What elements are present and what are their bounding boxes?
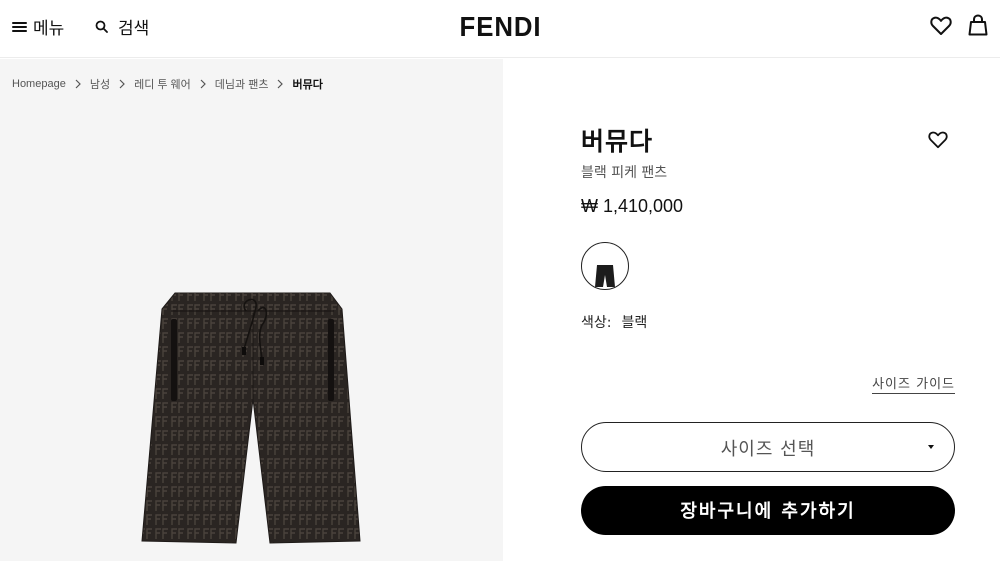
product-image-panel: Homepage 남성 레디 투 웨어 데님과 팬츠 버뮤다 — [0, 59, 503, 561]
wishlist-button[interactable] — [928, 131, 948, 153]
heart-icon — [930, 16, 952, 35]
size-select-label: 사이즈 선택 — [720, 439, 816, 460]
chevron-right-icon — [277, 79, 284, 89]
color-info: 색상: 블랙 — [581, 312, 647, 332]
product-image[interactable] — [138, 289, 368, 547]
chevron-right-icon — [200, 79, 206, 89]
wishlist-header-button[interactable] — [930, 16, 952, 40]
product-title: 버뮤다 — [581, 127, 654, 156]
add-to-cart-button[interactable]: 장바구니에 추가하기 — [581, 486, 955, 535]
caret-down-icon — [928, 445, 934, 449]
color-label: 색상: — [581, 315, 612, 331]
breadcrumb-item-men[interactable]: 남성 — [90, 76, 110, 92]
cart-header-button[interactable] — [968, 14, 988, 40]
shorts-thumbnail-icon — [595, 265, 615, 287]
color-value: 블랙 — [621, 315, 648, 331]
add-to-cart-label: 장바구니에 추가하기 — [680, 501, 856, 522]
size-select-dropdown[interactable]: 사이즈 선택 — [581, 422, 955, 472]
chevron-right-icon — [119, 79, 125, 89]
product-subtitle: 블랙 피케 팬츠 — [581, 165, 668, 181]
breadcrumb-item-current: 버뮤다 — [292, 79, 323, 91]
breadcrumb-item-ready-to-wear[interactable]: 레디 투 웨어 — [134, 76, 191, 92]
color-swatch-black[interactable] — [581, 242, 629, 290]
breadcrumb: Homepage 남성 레디 투 웨어 데님과 팬츠 버뮤다 — [12, 76, 323, 92]
product-details-panel: 버뮤다 블랙 피케 팬츠 ₩ 1,410,000 색상: 블랙 사이즈 가이드 사… — [503, 59, 1000, 561]
site-header: 메뉴 검색 FENDI — [0, 0, 1000, 58]
fendi-logo[interactable]: FENDI — [0, 11, 1000, 43]
shopping-bag-icon — [968, 14, 988, 36]
breadcrumb-item-homepage[interactable]: Homepage — [12, 78, 66, 90]
size-guide-link[interactable]: 사이즈 가이드 — [872, 373, 955, 394]
chevron-right-icon — [75, 79, 81, 89]
breadcrumb-item-denim-pants[interactable]: 데님과 팬츠 — [215, 76, 269, 92]
heart-icon — [928, 131, 948, 149]
product-price: ₩ 1,410,000 — [581, 196, 684, 216]
